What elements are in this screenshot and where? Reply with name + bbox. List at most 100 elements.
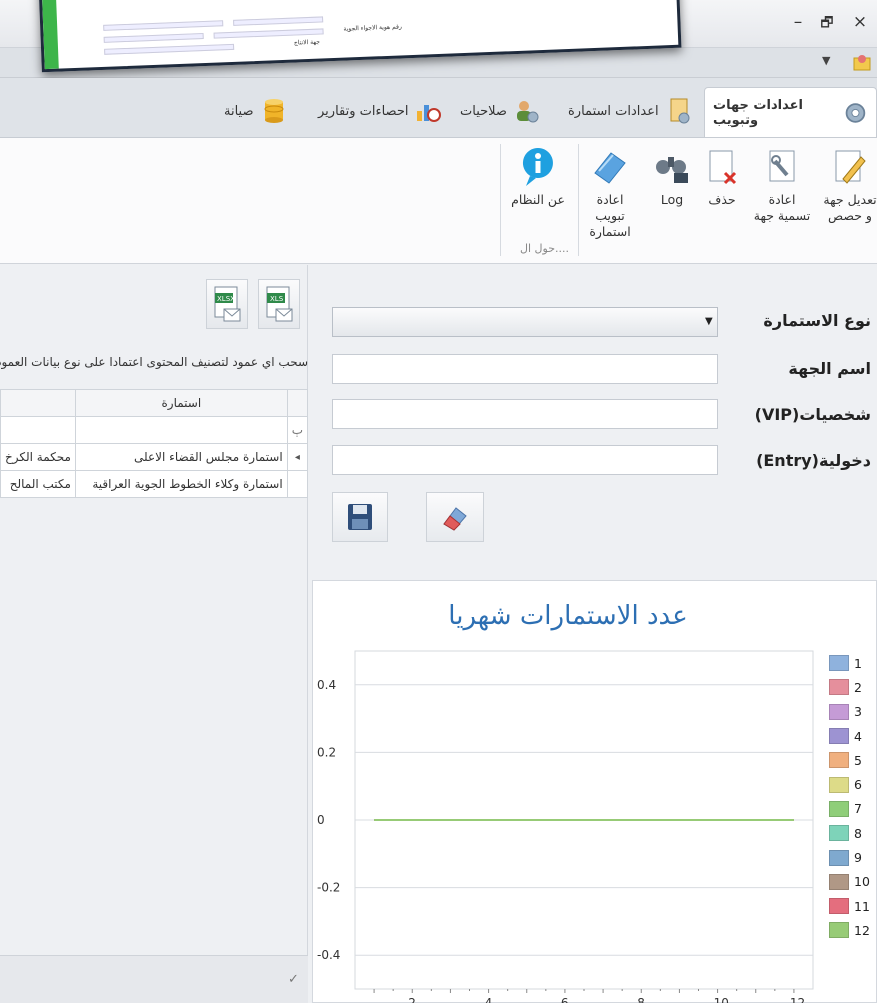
tab-label: صيانة xyxy=(224,103,254,119)
tab-entities-settings[interactable]: اعدادات جهات وتبويب xyxy=(704,87,877,137)
legend-swatch xyxy=(829,679,849,696)
customize-toolbar-arrow-icon[interactable]: ▼ xyxy=(822,54,830,67)
minimize-button[interactable]: – xyxy=(786,12,810,32)
y-tick-label: 0 xyxy=(317,813,325,827)
rename-entity-label: اعادة تسمية جهة xyxy=(753,192,811,223)
form-cell[interactable]: استمارة وكلاء الخطوط الجوية العراقية xyxy=(74,470,288,498)
rename-wrench-icon xyxy=(769,150,795,182)
delete-label: حذف xyxy=(708,192,736,207)
legend-label: 5 xyxy=(854,752,862,768)
legend-swatch xyxy=(829,800,849,817)
info-icon xyxy=(522,148,553,186)
restore-button[interactable]: 🗗 xyxy=(815,12,839,36)
legend-item: 6 xyxy=(823,772,877,796)
ribbon-tabs: اعدادات جهات وتبويب اعدادات استمارة صلاح… xyxy=(0,78,877,138)
close-button[interactable]: × xyxy=(848,12,872,32)
ribbon-group-separator xyxy=(578,144,579,256)
clear-button[interactable] xyxy=(426,492,484,542)
legend-label: 7 xyxy=(854,801,862,817)
export-xlsx-button[interactable]: XLSX xyxy=(206,279,248,329)
legend-swatch xyxy=(829,825,849,842)
form-settings-icon xyxy=(670,98,690,124)
legend-swatch xyxy=(829,776,849,793)
monthly-forms-chart: -0.4 -0.2 0 0.2 0.4 2 4 6 8 10 12 عدد الاستمارات ش… xyxy=(312,580,877,1003)
binoculars-icon xyxy=(656,157,688,183)
column-header[interactable]: استمارة xyxy=(74,389,288,417)
thumbnail-accent-bar xyxy=(41,0,59,70)
table-row[interactable]: محكمة الكرخ استمارة مجلس القضاء الاعلى ◂ xyxy=(0,443,309,471)
ribbon-group-separator xyxy=(500,144,501,256)
vip-input[interactable] xyxy=(332,399,718,429)
users-icon xyxy=(516,101,539,123)
legend-swatch xyxy=(829,922,849,939)
ribbon-panel: تعديل جهة و حصص اعادة تسمية جهة حذف Log … xyxy=(0,138,877,264)
tab-maintenance[interactable]: صيانة xyxy=(216,88,296,134)
footer-checkbox[interactable]: ✓ xyxy=(288,972,299,987)
rearrange-form-button[interactable]: اعادة تبويب استمارة xyxy=(580,146,640,240)
entity-cell[interactable]: مكتب المالح xyxy=(0,470,76,498)
y-tick-label: 0.2 xyxy=(317,745,336,759)
chevron-down-icon[interactable]: ▼ xyxy=(705,316,713,327)
entity-name-label: اسم الجهة xyxy=(788,359,871,378)
table-row[interactable]: مكتب المالح استمارة وكلاء الخطوط الجوية … xyxy=(0,470,309,498)
thumbnail-text: جهة الانتاج xyxy=(293,38,320,47)
save-button[interactable] xyxy=(332,492,388,542)
legend-item: 12 xyxy=(823,918,877,942)
thumbnail-field xyxy=(103,20,224,31)
entity-name-input[interactable] xyxy=(332,354,718,384)
y-tick-label: 0.4 xyxy=(317,678,336,692)
table-header-row: استمارة xyxy=(0,389,309,417)
about-system-label: عن النظام xyxy=(511,192,565,207)
delete-button[interactable]: حذف xyxy=(700,146,744,208)
legend-item: 3 xyxy=(823,700,877,724)
legend-item: 1 xyxy=(823,651,877,675)
chart-title: عدد الاستمارات شهريا xyxy=(448,601,688,631)
entity-cell[interactable]: محكمة الكرخ xyxy=(0,443,76,471)
legend-label: 9 xyxy=(854,850,862,866)
x-tick-label: 12 xyxy=(790,996,805,1003)
row-indicator-cell xyxy=(286,470,309,498)
app-icon[interactable] xyxy=(852,52,872,72)
excel-mail-icon: XLSX xyxy=(214,286,241,322)
delete-doc-icon xyxy=(709,150,737,185)
tab-form-settings[interactable]: اعدادات استمارة xyxy=(560,88,701,134)
rearrange-icon xyxy=(594,152,626,184)
filter-icon[interactable]: ٻ xyxy=(286,416,309,444)
thumbnail-field xyxy=(104,43,235,55)
floppy-disk-icon xyxy=(348,504,372,530)
grid-footer: ✓ xyxy=(0,955,308,1003)
edit-pencil-icon xyxy=(835,150,866,184)
legend-item: 10 xyxy=(823,870,877,894)
x-tick-label: 10 xyxy=(714,996,729,1003)
legend-label: 8 xyxy=(854,825,862,841)
tab-permissions[interactable]: صلاحيات xyxy=(452,88,549,134)
entities-table: استمارة ٻ محكمة الكرخ استمارة مجلس القضا… xyxy=(0,389,309,498)
rename-entity-button[interactable]: اعادة تسمية جهة xyxy=(752,146,812,224)
tab-label: اعدادات استمارة xyxy=(568,103,659,119)
entry-input[interactable] xyxy=(332,445,718,475)
legend-item: 7 xyxy=(823,797,877,821)
svg-text:XLS: XLS xyxy=(270,295,284,303)
thumbnail-field xyxy=(233,16,324,26)
about-system-button[interactable]: عن النظام xyxy=(506,146,570,208)
legend-label: 6 xyxy=(854,777,862,793)
legend-item: 5 xyxy=(823,748,877,772)
legend-item: 9 xyxy=(823,845,877,869)
form-cell[interactable]: استمارة مجلس القضاء الاعلى xyxy=(74,443,288,471)
legend-label: 1 xyxy=(854,655,862,671)
y-tick-label: -0.4 xyxy=(317,948,340,962)
log-button[interactable]: Log xyxy=(650,146,694,208)
row-selected-indicator: ◂ xyxy=(286,443,309,471)
export-xls-button[interactable]: XLS xyxy=(258,279,300,329)
edit-entity-button[interactable]: تعديل جهة و حصص xyxy=(820,146,877,224)
legend-label: 12 xyxy=(854,922,870,938)
column-header[interactable] xyxy=(0,389,76,417)
tab-statistics-reports[interactable]: احصاءات وتقارير xyxy=(310,88,450,134)
report-chart-icon xyxy=(417,105,442,122)
filter-cell[interactable] xyxy=(0,416,76,444)
group-by-hint: سحب اي عمود لتصنيف المحتوى اعتمادا على ن… xyxy=(0,355,308,369)
filter-cell[interactable] xyxy=(74,416,288,444)
gear-icon xyxy=(845,102,866,123)
form-type-select[interactable]: ▼ xyxy=(332,307,718,337)
legend-swatch xyxy=(829,898,849,915)
